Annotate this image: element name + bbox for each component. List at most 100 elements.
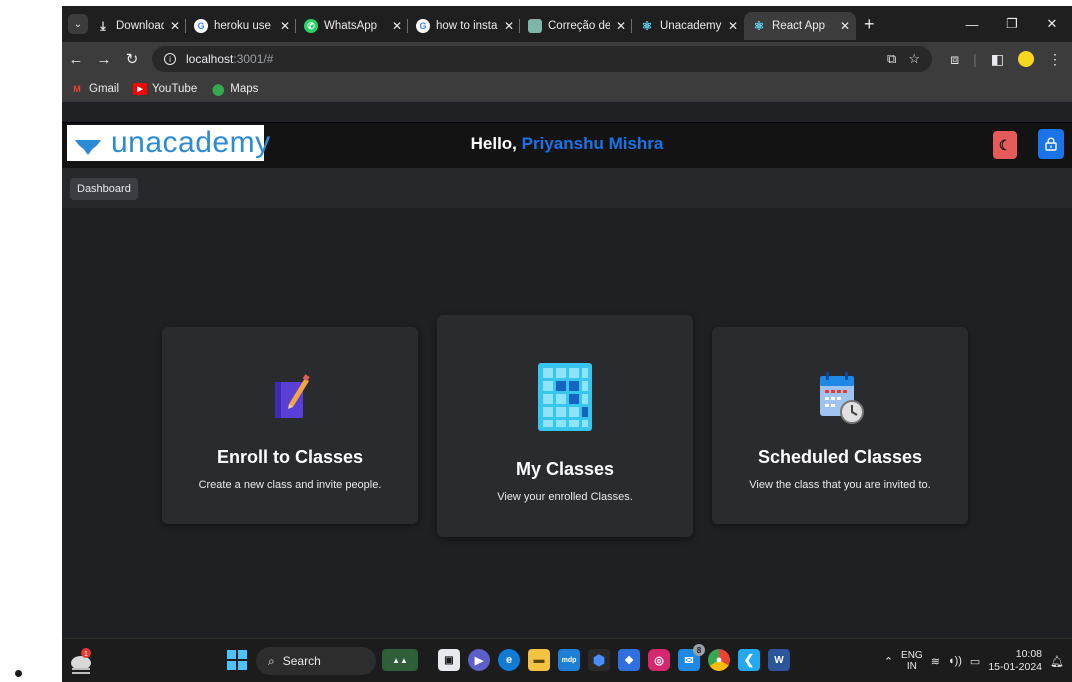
card-description: Create a new class and invite people. xyxy=(198,479,382,491)
edit-book-icon xyxy=(275,374,310,418)
weather-badge: 1 xyxy=(84,651,88,658)
tab-unacademy[interactable]: ⚛ Unacademy E ✕ xyxy=(632,12,744,40)
extensions-icon[interactable]: ⧈ xyxy=(950,51,959,68)
close-icon[interactable]: ✕ xyxy=(280,19,290,33)
vscode-icon[interactable]: ❮ xyxy=(738,649,760,671)
profile-avatar[interactable] xyxy=(1018,51,1034,67)
dropbox-icon[interactable]: ❖ xyxy=(618,649,640,671)
tab-downloads[interactable]: ⤓ Downloads ✕ xyxy=(88,12,186,40)
whatsapp-icon: ✆ xyxy=(304,19,318,33)
margin-dot xyxy=(15,670,22,677)
taskbar-search[interactable]: ⌕ Search xyxy=(256,647,376,675)
tab-title: how to install xyxy=(436,20,498,32)
bookmark-label: YouTube xyxy=(152,83,198,95)
mail-badge: 8 xyxy=(693,644,705,656)
theme-toggle-button[interactable]: ☾ xyxy=(993,131,1017,159)
weather-widget-icon[interactable]: 1 xyxy=(68,647,94,675)
forward-icon[interactable]: → xyxy=(90,51,118,68)
bookmark-star-icon[interactable]: ☆ xyxy=(908,51,920,67)
region-code: IN xyxy=(906,661,917,672)
card-description: View the class that you are invited to. xyxy=(749,479,931,491)
close-icon[interactable]: ✕ xyxy=(170,19,180,33)
clock[interactable]: 10:08 15-01-2024 xyxy=(988,648,1042,674)
youtube-icon: ▶ xyxy=(133,83,148,95)
tab-strip: ⌄ ⤓ Downloads ✕ G heroku use - ( ✕ ✆ Wha… xyxy=(62,6,1072,42)
mail-icon[interactable]: ✉ 8 xyxy=(678,644,705,671)
language-indicator[interactable]: ENG IN xyxy=(901,650,923,672)
tab-title: heroku use - ( xyxy=(214,20,274,32)
install-app-icon[interactable]: ⧉ xyxy=(887,51,896,67)
close-icon[interactable]: ✕ xyxy=(392,19,402,33)
search-highlight-icon[interactable]: ▲▲ xyxy=(382,649,418,671)
menu-icon[interactable]: ⋮ xyxy=(1048,51,1062,68)
new-tab-button[interactable]: + xyxy=(864,14,875,35)
tab-search-button[interactable]: ⌄ xyxy=(68,14,88,34)
chrome-icon[interactable]: ● xyxy=(708,649,730,671)
tab-title: Correção de c xyxy=(548,20,610,32)
bookmark-youtube[interactable]: ▶ YouTube xyxy=(133,83,197,95)
word-icon[interactable]: W xyxy=(768,649,790,671)
screenshot-frame: ⌄ ⤓ Downloads ✕ G heroku use - ( ✕ ✆ Wha… xyxy=(0,0,1072,682)
file-explorer-icon[interactable]: ▬ xyxy=(528,649,550,671)
notification-bell-icon[interactable]: 🔔︎ xyxy=(1050,655,1064,668)
address-bar[interactable]: i localhost:3001/# ⧉ ☆ xyxy=(152,46,932,72)
app-header: unacademy Hello, Priyanshu Mishra ☾ xyxy=(62,122,1072,168)
mydp-icon[interactable]: mdp xyxy=(558,649,580,671)
volume-icon[interactable]: ◖)) xyxy=(948,655,962,667)
calendar-clock-icon xyxy=(820,372,864,424)
card-enroll-classes[interactable]: Enroll to Classes Create a new class and… xyxy=(162,327,418,524)
tab-react-app[interactable]: ⚛ React App ✕ xyxy=(744,12,856,40)
maps-icon: ⬤ xyxy=(212,83,225,96)
tab-how-to-install[interactable]: G how to install ✕ xyxy=(408,12,520,40)
minimize-icon[interactable]: — xyxy=(952,17,992,32)
edge-icon[interactable]: e xyxy=(498,649,520,671)
dashboard-button[interactable]: Dashboard xyxy=(70,178,138,200)
battery-icon[interactable]: ▭ xyxy=(970,655,980,668)
tab-whatsapp[interactable]: ✆ WhatsApp ✕ xyxy=(296,12,408,40)
tab-title: WhatsApp xyxy=(324,20,378,32)
task-view-icon[interactable]: ▣ xyxy=(438,649,460,671)
close-icon[interactable]: ✕ xyxy=(728,19,738,33)
site-info-icon[interactable]: i xyxy=(164,53,176,65)
chevron-up-icon[interactable]: ⌃ xyxy=(884,655,893,668)
bookmark-maps[interactable]: ⬤ Maps xyxy=(211,83,259,96)
close-window-icon[interactable]: ✕ xyxy=(1032,16,1072,32)
card-title: Enroll to Classes xyxy=(216,447,364,467)
close-icon[interactable]: ✕ xyxy=(840,19,850,33)
language-code: ENG xyxy=(901,650,923,661)
tab-correcao[interactable]: Correção de c ✕ xyxy=(520,12,632,40)
side-panel-icon[interactable]: ◧ xyxy=(991,51,1004,68)
close-icon[interactable]: ✕ xyxy=(616,19,626,33)
url-path: :3001/# xyxy=(233,52,274,66)
search-placeholder: Search xyxy=(282,654,321,668)
grid-icon xyxy=(538,363,592,431)
restore-icon[interactable]: ❐ xyxy=(992,16,1032,32)
download-icon: ⤓ xyxy=(100,18,106,33)
logout-button[interactable] xyxy=(1038,129,1064,159)
reload-icon[interactable]: ↻ xyxy=(118,50,146,68)
teams-icon[interactable]: ▶ xyxy=(468,649,490,671)
clock-time: 10:08 xyxy=(1015,648,1043,660)
app-hex-icon[interactable]: ⬢ xyxy=(588,649,610,671)
google-icon: G xyxy=(194,19,208,33)
card-scheduled-classes[interactable]: Scheduled Classes View the class that yo… xyxy=(712,327,968,524)
tab-title: React App xyxy=(772,20,826,32)
instagram-icon[interactable]: ◎ xyxy=(648,649,670,671)
card-my-classes[interactable]: My Classes View your enrolled Classes. xyxy=(437,315,693,537)
greeting-prefix: Hello, xyxy=(470,134,517,153)
bookmark-gmail[interactable]: M Gmail xyxy=(70,83,119,95)
toolbar-actions: ⧈ | ◧ ⋮ xyxy=(950,42,1062,76)
lock-icon xyxy=(1045,137,1057,151)
card-description: View your enrolled Classes. xyxy=(497,491,633,503)
user-name: Priyanshu Mishra xyxy=(521,134,664,153)
windows-icon xyxy=(227,650,247,670)
back-icon[interactable]: ← xyxy=(62,51,90,68)
close-icon[interactable]: ✕ xyxy=(504,19,514,33)
start-button[interactable] xyxy=(226,649,248,671)
tab-heroku[interactable]: G heroku use - ( ✕ xyxy=(186,12,296,40)
bookmark-label: Maps xyxy=(230,83,259,95)
wifi-icon[interactable]: ≋ xyxy=(931,655,940,668)
search-icon: ⌕ xyxy=(268,653,275,668)
browser-window: ⌄ ⤓ Downloads ✕ G heroku use - ( ✕ ✆ Wha… xyxy=(62,6,1072,682)
browser-toolbar: ← → ↻ i localhost:3001/# ⧉ ☆ ⧈ | ◧ ⋮ xyxy=(62,42,1072,76)
